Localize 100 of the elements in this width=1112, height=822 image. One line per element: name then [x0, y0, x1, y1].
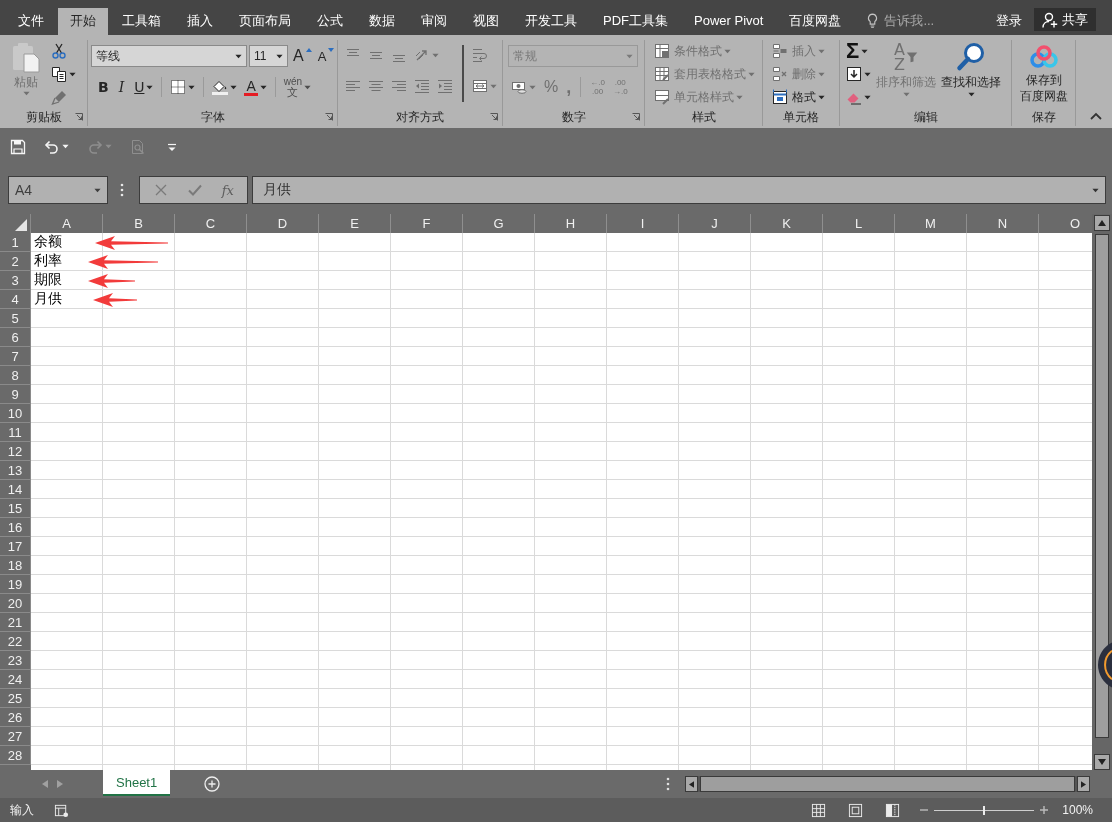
row-header[interactable]: 20 — [0, 594, 31, 613]
row-header[interactable]: 17 — [0, 537, 31, 556]
row-header[interactable]: 11 — [0, 423, 31, 442]
column-header[interactable]: A — [31, 214, 103, 233]
row-header[interactable]: 14 — [0, 480, 31, 499]
macro-record-icon[interactable] — [54, 802, 69, 818]
scroll-left-button[interactable] — [685, 776, 698, 792]
row-header[interactable]: 2 — [0, 252, 31, 271]
column-header[interactable]: M — [895, 214, 967, 233]
row-header[interactable]: 22 — [0, 632, 31, 651]
vertical-scrollbar[interactable] — [1092, 214, 1112, 770]
scroll-down-button[interactable] — [1094, 754, 1110, 770]
underline-button[interactable]: U — [131, 76, 157, 98]
column-header[interactable]: B — [103, 214, 175, 233]
grow-font-button[interactable]: A — [292, 45, 313, 67]
ribbon-tab[interactable]: 开发工具 — [513, 8, 589, 35]
formula-field[interactable]: 月供 — [252, 176, 1106, 204]
row-header[interactable]: 13 — [0, 461, 31, 480]
column-header[interactable]: L — [823, 214, 895, 233]
column-header[interactable]: N — [967, 214, 1039, 233]
row-header[interactable]: 24 — [0, 670, 31, 689]
row-header[interactable]: 21 — [0, 613, 31, 632]
autosum-button[interactable]: Σ — [843, 40, 874, 62]
row-header[interactable]: 7 — [0, 347, 31, 366]
row-header[interactable]: 27 — [0, 727, 31, 746]
find-select-button[interactable]: 查找和选择 — [938, 40, 1004, 108]
ribbon-tab[interactable]: 开始 — [58, 8, 108, 35]
row-header[interactable]: 1 — [0, 233, 31, 252]
select-all-icon[interactable] — [15, 219, 27, 231]
zoom-in-icon[interactable] — [1040, 806, 1049, 814]
column-header[interactable]: H — [535, 214, 607, 233]
ribbon-tab[interactable]: 文件 — [6, 8, 56, 35]
page-layout-icon[interactable] — [848, 802, 864, 818]
zoom-level[interactable]: 100% — [1062, 803, 1093, 817]
grid-view-icon[interactable] — [811, 802, 827, 818]
font-name-dropdown[interactable]: 等线 — [91, 45, 247, 67]
row-header[interactable]: 28 — [0, 746, 31, 765]
scroll-up-button[interactable] — [1094, 215, 1110, 231]
share-button[interactable]: 共享 — [1034, 8, 1096, 31]
insert-function-button[interactable]: fx — [218, 180, 237, 200]
ribbon-tab[interactable]: 工具箱 — [110, 8, 173, 35]
column-header[interactable]: K — [751, 214, 823, 233]
column-header[interactable]: I — [607, 214, 679, 233]
dialog-launcher-icon[interactable] — [632, 113, 640, 121]
row-header[interactable]: 10 — [0, 404, 31, 423]
ribbon-tab[interactable]: 视图 — [461, 8, 511, 35]
vertical-dots-icon[interactable] — [666, 777, 670, 791]
ribbon-tab[interactable]: 公式 — [305, 8, 355, 35]
ribbon-tab[interactable]: 数据 — [357, 8, 407, 35]
dialog-launcher-icon[interactable] — [325, 113, 333, 121]
sign-in-link[interactable]: 登录 — [994, 8, 1024, 35]
vertical-dots-icon[interactable] — [120, 183, 124, 197]
italic-button[interactable]: I — [112, 76, 131, 98]
collapse-ribbon-icon[interactable] — [1090, 112, 1102, 120]
bold-button[interactable]: B — [95, 76, 112, 98]
column-header[interactable]: J — [679, 214, 751, 233]
row-header[interactable]: 8 — [0, 366, 31, 385]
save-to-cloud-button[interactable]: 保存到 百度网盘 — [1019, 44, 1068, 108]
ribbon-tab[interactable]: 插入 — [175, 8, 225, 35]
column-header[interactable]: G — [463, 214, 535, 233]
row-header[interactable]: 26 — [0, 708, 31, 727]
sheet-tab[interactable]: Sheet1 — [103, 770, 171, 796]
align-center-icon — [368, 78, 384, 94]
dialog-launcher-icon[interactable] — [490, 113, 498, 121]
scrollbar-thumb[interactable] — [1095, 234, 1109, 738]
column-header[interactable]: F — [391, 214, 463, 233]
column-header[interactable]: O — [1039, 214, 1092, 233]
ribbon-tab[interactable]: Power Pivot — [682, 8, 776, 35]
caret-icon — [529, 84, 536, 90]
ribbon-tab[interactable]: 审阅 — [409, 8, 459, 35]
ribbon-tab[interactable]: 百度网盘 — [777, 8, 854, 35]
row-header[interactable]: 23 — [0, 651, 31, 670]
page-break-icon[interactable] — [885, 802, 901, 818]
row-header[interactable]: 9 — [0, 385, 31, 404]
row-header[interactable]: 12 — [0, 442, 31, 461]
column-header[interactable]: C — [175, 214, 247, 233]
column-header[interactable]: E — [319, 214, 391, 233]
row-header[interactable]: 6 — [0, 328, 31, 347]
tell-me-field[interactable]: 告诉我... — [884, 12, 967, 28]
column-header[interactable]: D — [247, 214, 319, 233]
zoom-slider-thumb[interactable] — [983, 805, 986, 815]
name-box[interactable]: A4 — [8, 176, 108, 204]
shrink-font-button[interactable]: A — [316, 45, 336, 67]
row-header[interactable]: 18 — [0, 556, 31, 575]
format-button[interactable]: 格式 — [769, 86, 839, 108]
font-color-button[interactable]: A — [241, 76, 270, 98]
scroll-right-button[interactable] — [1077, 776, 1090, 792]
row-header[interactable]: 16 — [0, 518, 31, 537]
row-header[interactable]: 19 — [0, 575, 31, 594]
row-header[interactable]: 15 — [0, 499, 31, 518]
ribbon-tab[interactable]: PDF工具集 — [591, 8, 680, 35]
add-circle-icon[interactable] — [204, 776, 221, 792]
font-size-dropdown[interactable]: 11 — [249, 45, 288, 67]
row-header[interactable]: 4 — [0, 290, 31, 309]
dialog-launcher-icon[interactable] — [75, 113, 83, 121]
row-header[interactable]: 3 — [0, 271, 31, 290]
row-header[interactable]: 5 — [0, 309, 31, 328]
ribbon-tab[interactable]: 页面布局 — [227, 8, 303, 35]
row-header[interactable]: 25 — [0, 689, 31, 708]
borders-icon — [170, 79, 187, 95]
